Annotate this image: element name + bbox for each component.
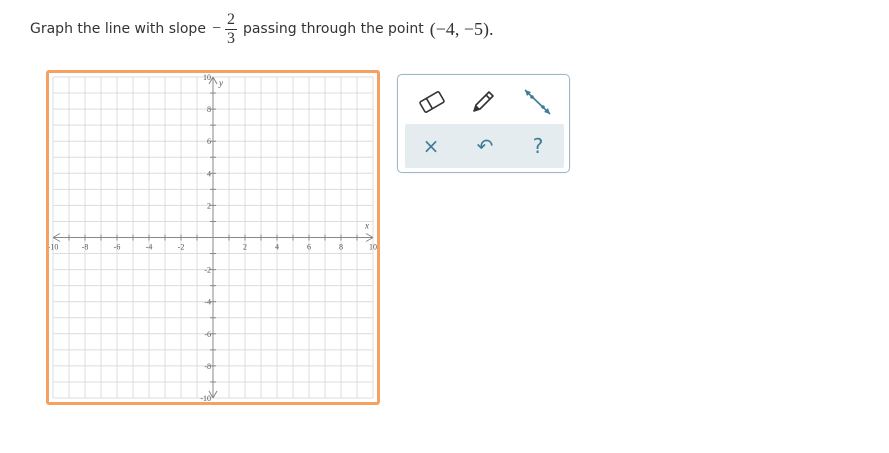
line-tool[interactable] [517, 82, 557, 122]
x-tick-label: -2 [178, 243, 185, 252]
y-tick-label: -10 [200, 394, 211, 402]
y-tick-label: -4 [204, 298, 211, 307]
point-coordinates: (−4, −5). [429, 18, 494, 39]
action-bar: × ↶ ? [405, 124, 564, 168]
y-tick-label: 6 [207, 137, 211, 146]
x-tick-label: 4 [275, 243, 279, 252]
prompt-middle-text: passing through the point [242, 21, 424, 37]
y-tick-label: -8 [204, 362, 211, 371]
slope-denominator: 3 [226, 29, 235, 47]
y-tick-label: -6 [204, 330, 211, 339]
x-tick-label: 8 [339, 243, 343, 252]
slope-sign: − [211, 20, 221, 37]
question-prompt: Graph the line with slope − 2 3 passing … [30, 6, 494, 52]
slope-fraction: 2 3 [224, 10, 237, 47]
pencil-icon [473, 91, 494, 112]
eraser-tool[interactable] [412, 82, 452, 122]
x-axis-label: x [364, 221, 369, 231]
x-tick-label: -4 [146, 243, 153, 252]
x-tick-label: 10 [369, 243, 377, 252]
graph-toolbox: × ↶ ? [397, 74, 570, 173]
help-icon: ? [532, 134, 544, 158]
help-button[interactable]: ? [518, 124, 558, 168]
y-tick-label: -2 [204, 266, 211, 275]
eraser-icon [419, 91, 445, 113]
x-tick-label: 2 [243, 243, 247, 252]
slope-numerator: 2 [226, 10, 235, 28]
graph-canvas[interactable]: -10 -8 -6 -4 -2 2 4 6 8 10 10 8 6 4 2 -2 -4 -6 -8 -10 x y [46, 70, 380, 405]
x-tick-label: -10 [49, 243, 58, 252]
close-icon: × [422, 134, 440, 158]
y-tick-label: 4 [207, 169, 211, 178]
clear-button[interactable]: × [411, 124, 451, 168]
y-tick-label: 8 [207, 105, 211, 114]
y-tick-label: 10 [203, 73, 211, 82]
y-axis-label: y [218, 78, 223, 88]
x-tick-label: -6 [114, 243, 121, 252]
prompt-lead-text: Graph the line with slope [30, 21, 206, 37]
line-segment-icon [524, 89, 551, 115]
y-tick-label: 2 [207, 201, 211, 210]
undo-button[interactable]: ↶ [465, 124, 505, 168]
coordinate-plane[interactable]: -10 -8 -6 -4 -2 2 4 6 8 10 10 8 6 4 2 -2 -4 -6 -8 -10 x y [49, 73, 377, 402]
x-tick-label: -8 [82, 243, 89, 252]
undo-icon: ↶ [476, 134, 494, 158]
x-tick-label: 6 [307, 243, 311, 252]
pencil-tool[interactable] [463, 82, 503, 122]
